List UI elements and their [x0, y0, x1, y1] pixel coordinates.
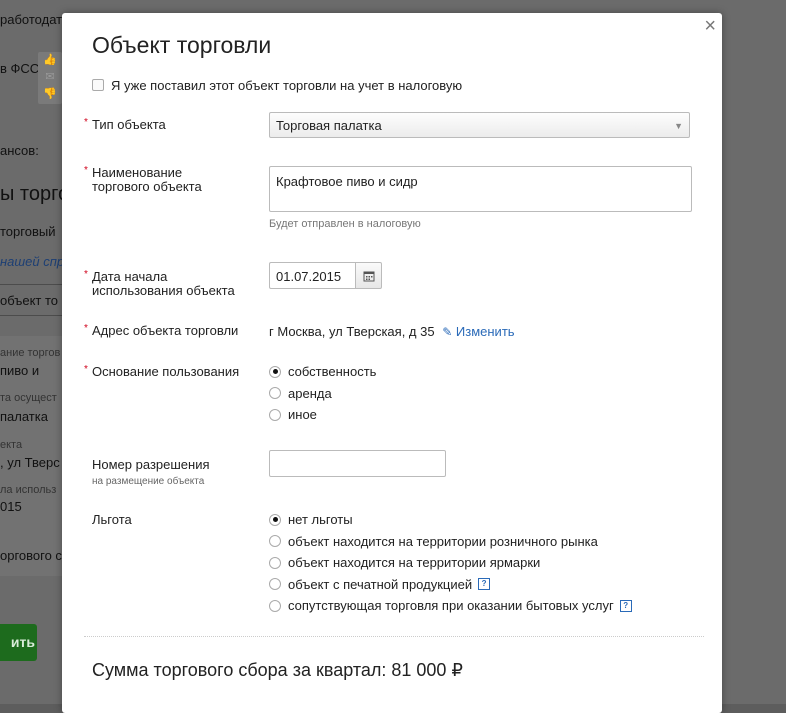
benefit-option-household[interactable]: сопутствующая торговля при оказании быто…: [269, 595, 632, 617]
start-date-label-line1: Дата начала: [92, 269, 168, 284]
radio-button[interactable]: [269, 599, 281, 612]
mail-icon[interactable]: ✉: [38, 69, 62, 86]
bg-text: , ул Тверс: [0, 455, 60, 470]
usage-basis-option-rent[interactable]: аренда: [269, 383, 376, 405]
thumbs-down-icon[interactable]: 👎: [38, 86, 62, 103]
help-icon[interactable]: ?: [478, 578, 491, 591]
modal-title: Объект торговли: [92, 32, 272, 58]
bg-text: в ФСС: [0, 61, 40, 76]
object-name-label-line1: Наименование: [92, 165, 183, 180]
option-label: объект с печатной продукцией: [288, 576, 473, 592]
edit-address-link[interactable]: ✎ Изменить: [442, 324, 514, 339]
calendar-icon: [363, 271, 374, 281]
start-date-label: Дата начала использования объекта: [84, 268, 235, 298]
radio-button[interactable]: [269, 387, 281, 400]
usage-basis-label: Основание пользования: [84, 363, 239, 379]
radio-button[interactable]: [269, 365, 281, 378]
registered-checkbox[interactable]: [92, 79, 104, 91]
edit-address-label: Изменить: [455, 324, 515, 339]
bg-text: объект то: [0, 293, 59, 308]
option-label: сопутствующая торговля при оказании быто…: [288, 598, 614, 614]
bg-text: палатка: [0, 409, 48, 424]
option-label: собственность: [288, 364, 377, 380]
calendar-button[interactable]: [355, 262, 382, 289]
bg-text: работодат: [0, 12, 63, 27]
benefit-label: Льгота: [92, 512, 132, 527]
bg-text: оргового с: [0, 548, 62, 563]
option-label: объект находится на территории ярмарки: [288, 555, 541, 571]
object-type-select[interactable]: Торговая палатка ▼: [269, 112, 690, 138]
start-date-input[interactable]: 01.07.2015: [269, 262, 355, 289]
close-icon[interactable]: ×: [704, 15, 716, 38]
permit-sublabel: на размещение объекта: [92, 476, 205, 487]
radio-button[interactable]: [269, 535, 281, 548]
registered-checkbox-row[interactable]: Я уже поставил этот объект торговли на у…: [92, 77, 702, 95]
radio-button[interactable]: [269, 578, 281, 591]
bg-text: 015: [0, 499, 22, 514]
object-name-label-line2: торгового объекта: [92, 179, 202, 194]
benefit-option-print[interactable]: объект с печатной продукцией?: [269, 574, 632, 596]
start-date-label-line2: использования объекта: [92, 283, 235, 298]
option-label: аренда: [288, 385, 332, 401]
object-type-label: Тип объекта: [84, 116, 166, 132]
benefit-group: нет льготы объект находится на территори…: [269, 509, 632, 617]
bg-text: ла использ: [0, 484, 57, 496]
benefit-option-fair[interactable]: объект находится на территории ярмарки: [269, 552, 632, 574]
feedback-widget[interactable]: 👍 ✉ 👎: [38, 52, 62, 104]
bg-link: нашей спр: [0, 254, 65, 269]
bg-divider: [0, 284, 62, 285]
chevron-down-icon: ▼: [674, 121, 683, 131]
usage-basis-option-other[interactable]: иное: [269, 404, 376, 426]
bg-text: пиво и: [0, 363, 40, 378]
trade-object-modal: × Объект торговли Я уже поставил этот об…: [62, 13, 722, 713]
address-label: Адрес объекта торговли: [84, 322, 238, 338]
usage-basis-option-ownership[interactable]: собственность: [269, 361, 376, 383]
radio-button[interactable]: [269, 408, 281, 421]
object-name-hint: Будет отправлен в налоговую: [269, 218, 421, 230]
object-type-value: Торговая палатка: [276, 118, 382, 133]
bg-text: екта: [0, 439, 23, 451]
bg-divider: [0, 315, 62, 316]
bg-text: ание торгов: [0, 347, 61, 359]
quarterly-fee-total: Сумма торгового сбора за квартал: 81 000…: [92, 660, 463, 680]
bg-heading: ы торго: [0, 183, 70, 205]
bg-text: торговый: [0, 224, 56, 239]
divider: [84, 636, 704, 637]
object-name-label: Наименование торгового объекта: [84, 164, 202, 194]
thumbs-up-icon[interactable]: 👍: [38, 52, 62, 69]
option-label: иное: [288, 407, 317, 423]
help-icon[interactable]: ?: [619, 599, 632, 612]
object-name-input[interactable]: Крафтовое пиво и сидр: [269, 166, 692, 212]
pencil-icon: ✎: [442, 325, 453, 339]
benefit-option-retail-market[interactable]: объект находится на территории розничног…: [269, 531, 632, 553]
bg-submit-button: ить: [0, 624, 37, 661]
bg-text: ансов:: [0, 143, 39, 158]
radio-button[interactable]: [269, 513, 281, 526]
permit-label-main: Номер разрешения: [92, 457, 210, 472]
option-label: объект находится на территории розничног…: [288, 533, 598, 549]
bg-text: та осущест: [0, 392, 57, 404]
permit-label: Номер разрешения на размещение объекта: [92, 458, 210, 489]
benefit-option-none[interactable]: нет льготы: [269, 509, 632, 531]
radio-button[interactable]: [269, 556, 281, 569]
address-value: г Москва, ул Тверская, д 35: [269, 324, 435, 339]
usage-basis-group: собственность аренда иное: [269, 361, 376, 426]
permit-input[interactable]: [269, 450, 446, 477]
registered-checkbox-label: Я уже поставил этот объект торговли на у…: [111, 78, 463, 93]
option-label: нет льготы: [288, 512, 353, 528]
